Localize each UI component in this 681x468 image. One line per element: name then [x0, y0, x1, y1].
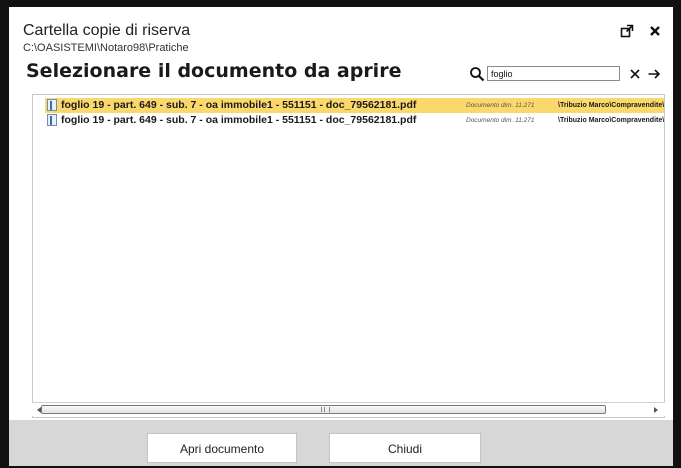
- open-document-button[interactable]: Apri documento: [147, 433, 297, 463]
- folder-path: C:\OASISTEMI\Notaro98\Pratiche: [23, 42, 189, 54]
- clear-icon[interactable]: [629, 68, 641, 80]
- file-folder: \Tribuzio Marco\Compravendite\: [558, 117, 665, 124]
- file-folder: \Tribuzio Marco\Compravendite\: [558, 102, 665, 109]
- search-input[interactable]: [487, 66, 620, 81]
- document-icon: [47, 99, 57, 111]
- file-size: Documento dim. 11.271: [466, 102, 535, 109]
- arrow-right-icon[interactable]: [647, 67, 661, 81]
- popout-icon[interactable]: [620, 24, 634, 38]
- grip-icon: [321, 407, 330, 412]
- scrollbar-thumb[interactable]: [41, 405, 606, 414]
- file-list[interactable]: foglio 19 - part. 649 - sub. 7 - oa immo…: [32, 94, 665, 418]
- window-title: Cartella copie di riserva: [23, 22, 191, 39]
- button-bar: Apri documento Chiudi: [9, 420, 673, 466]
- file-size: Documento dim. 11.271: [466, 117, 535, 124]
- close-button[interactable]: Chiudi: [329, 433, 481, 463]
- file-name: foglio 19 - part. 649 - sub. 7 - oa immo…: [61, 114, 417, 126]
- scroll-right-icon[interactable]: [652, 406, 660, 414]
- search-icon: [470, 67, 485, 82]
- horizontal-scrollbar[interactable]: [32, 402, 665, 416]
- page-title: Selezionare il documento da aprire: [26, 60, 402, 82]
- list-item[interactable]: foglio 19 - part. 649 - sub. 7 - oa immo…: [45, 98, 665, 113]
- file-name: foglio 19 - part. 649 - sub. 7 - oa immo…: [61, 99, 417, 111]
- list-item[interactable]: foglio 19 - part. 649 - sub. 7 - oa immo…: [45, 113, 665, 128]
- document-icon: [47, 114, 57, 126]
- close-icon[interactable]: [648, 24, 662, 38]
